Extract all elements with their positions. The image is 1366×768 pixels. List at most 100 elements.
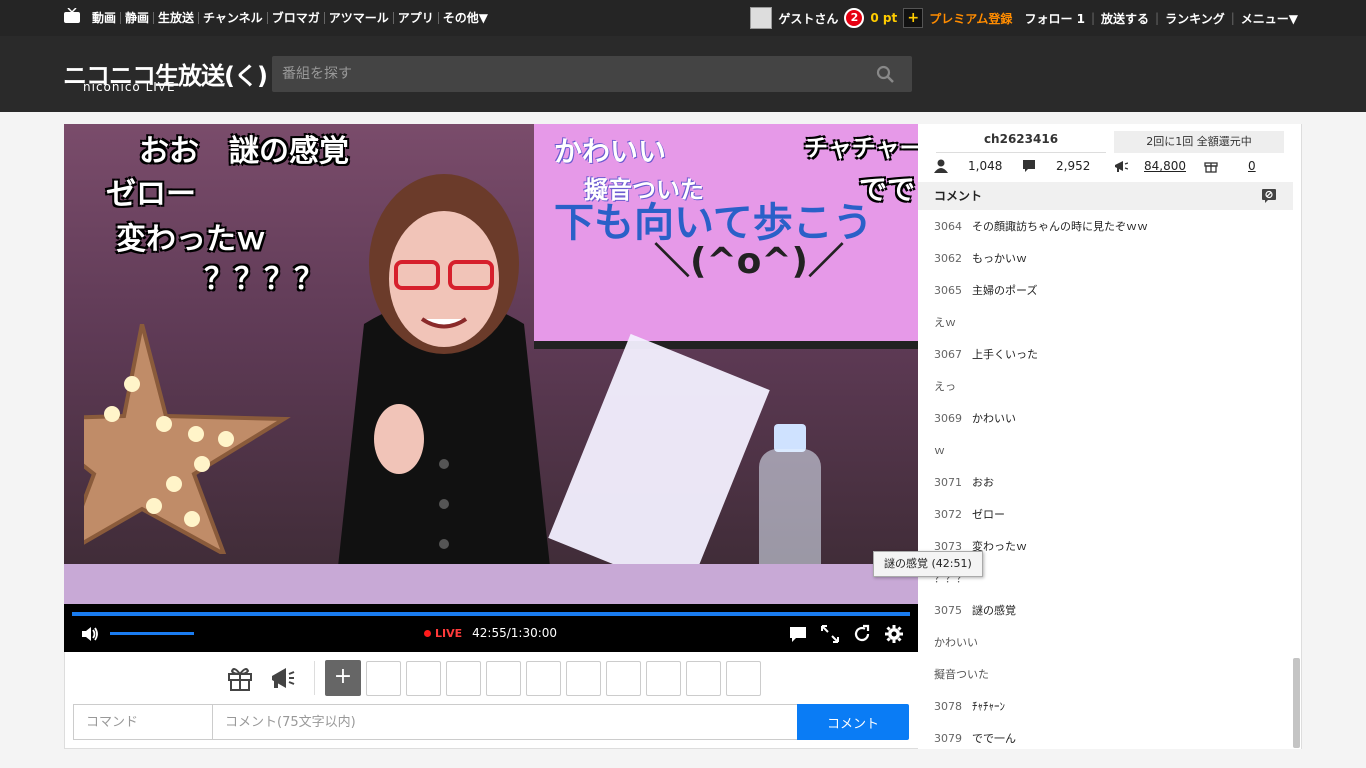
overlay-comment: ゼロー (106, 177, 196, 212)
nav-video-link[interactable]: 動画 (88, 12, 122, 24)
comment-row[interactable]: 3065 主婦のポーズ (918, 274, 1293, 306)
viewer-count: 1,048 (968, 159, 1003, 173)
video-player[interactable]: おお 謎の感覚 ゼロー 変わったｗ ？？？？ かわいい 擬音ついた チャチャーン… (64, 124, 918, 604)
ad-points-link[interactable]: 84,800 (1144, 159, 1186, 173)
comment-toggle-icon[interactable] (788, 624, 808, 644)
overlay-comment: おお 謎の感覚 (139, 134, 349, 169)
add-item-button[interactable]: + (325, 660, 361, 696)
comment-list-header: コメント (918, 182, 1293, 210)
comment-heading: コメント (934, 189, 983, 203)
comment-row[interactable]: 3067 上手くいった (918, 338, 1293, 370)
broadcast-link[interactable]: 放送する (1101, 10, 1149, 27)
comment-input[interactable] (213, 705, 797, 739)
comment-row[interactable]: 3072 ゼロー (918, 498, 1293, 530)
divider: | (1230, 11, 1235, 25)
comment-text: 上手くいった (972, 348, 1038, 361)
comment-number: 3069 (934, 411, 962, 425)
comment-number: 3071 (934, 475, 962, 489)
command-input[interactable] (74, 705, 212, 739)
channel-id[interactable]: ch2623416 (936, 132, 1106, 153)
gear-icon[interactable] (884, 624, 904, 644)
ranking-link[interactable]: ランキング (1165, 10, 1225, 27)
premium-register-link[interactable]: プレミアム登録 (929, 10, 1012, 27)
volume-slider[interactable] (110, 632, 194, 635)
points-label[interactable]: 0 pt (870, 11, 897, 25)
comment-off-icon[interactable] (1261, 188, 1277, 204)
gift-stat: 0 (1204, 159, 1256, 173)
comment-text: えっ (934, 380, 956, 393)
nav-blomaga-link[interactable]: ブロマガ (268, 12, 325, 24)
comment-row[interactable]: 擬音ついた (918, 658, 1293, 690)
comment-row[interactable]: 3062 もっかいｗ (918, 242, 1293, 274)
item-slot[interactable] (646, 660, 681, 696)
item-slot[interactable] (686, 660, 721, 696)
nav-live-link[interactable]: 生放送 (154, 12, 200, 24)
ad-megaphone-icon (1115, 161, 1128, 172)
nav-atsumaru-link[interactable]: アツマール (325, 12, 394, 24)
search-icon[interactable] (876, 65, 894, 83)
overlay-comment: ？？？？ (204, 262, 324, 297)
comment-number: 3072 (934, 507, 962, 521)
gift-icon[interactable] (226, 664, 254, 692)
comment-row[interactable]: えｗ (918, 306, 1293, 338)
comment-text: えｗ (934, 316, 956, 329)
overlay-comment: かわいい (554, 135, 667, 168)
follow-link[interactable]: フォロー 1 (1024, 10, 1085, 27)
comment-text: ﾁｬﾁｬｰﾝ (972, 700, 1005, 713)
nav-more-menu[interactable]: その他▼ (439, 12, 492, 24)
add-points-button[interactable]: + (903, 8, 924, 28)
comment-row[interactable]: かわいい (918, 626, 1293, 658)
nav-seiga-link[interactable]: 静画 (121, 12, 155, 24)
item-slot[interactable] (606, 660, 641, 696)
comment-row[interactable]: 3079 でで一ん (918, 722, 1293, 749)
nav-channel-link[interactable]: チャンネル (199, 12, 268, 24)
streamer-figure (334, 174, 554, 604)
search-input[interactable] (272, 56, 852, 92)
item-bar: + (226, 660, 761, 696)
program-search (272, 56, 912, 92)
seek-bar[interactable] (72, 612, 910, 616)
user-name[interactable]: ゲストさん (778, 10, 838, 27)
comment-row[interactable]: ｗ (918, 434, 1293, 466)
avatar[interactable] (750, 7, 773, 29)
comment-text: でで一ん (972, 732, 1016, 745)
item-slot[interactable] (486, 660, 521, 696)
comment-scrollbar[interactable] (1293, 658, 1300, 748)
comment-text: ｗ (934, 444, 945, 457)
item-slot[interactable] (366, 660, 401, 696)
bottle-cap (774, 424, 806, 452)
table (64, 564, 918, 604)
viewer-stat: 1,048 (934, 159, 1002, 173)
comment-text: 謎の感覚 (972, 604, 1016, 617)
comment-row[interactable]: 3064 その顔諏訪ちゃんの時に見たぞｗｗ (918, 210, 1293, 242)
volume-icon[interactable] (80, 624, 100, 644)
reload-icon[interactable] (852, 624, 872, 644)
player-controls: LIVE 42:55/1:30:00 (64, 604, 918, 652)
site-logo-sub: niconico LIVE (83, 80, 176, 94)
item-slot[interactable] (566, 660, 601, 696)
comment-row[interactable]: 3071 おお (918, 466, 1293, 498)
nav-app-link[interactable]: アプリ (394, 12, 439, 24)
comment-number: 3062 (934, 251, 962, 265)
main-menu[interactable]: メニュー▼ (1241, 10, 1298, 27)
comment-row[interactable]: 3069 かわいい (918, 402, 1293, 434)
comment-number: 3065 (934, 283, 962, 297)
comment-row[interactable]: 3075 謎の感覚 (918, 594, 1293, 626)
gift-icon (1204, 162, 1218, 173)
item-slot[interactable] (406, 660, 441, 696)
comment-text: おお (972, 476, 994, 489)
ad-megaphone-icon[interactable] (268, 664, 296, 692)
gift-count-link[interactable]: 0 (1248, 159, 1256, 173)
comment-submit-button[interactable]: コメント (797, 704, 909, 740)
comment-row[interactable]: 3078 ﾁｬﾁｬｰﾝ (918, 690, 1293, 722)
overlay-comment: 変わったｗ (116, 222, 266, 257)
item-slot[interactable] (446, 660, 481, 696)
item-slot[interactable] (526, 660, 561, 696)
comment-row[interactable]: えっ (918, 370, 1293, 402)
comment-stat: 2,952 (1022, 159, 1090, 173)
item-slot[interactable] (726, 660, 761, 696)
tv-icon[interactable] (63, 8, 81, 24)
comment-list[interactable]: 3064 その顔諏訪ちゃんの時に見たぞｗｗ 3062 もっかいｗ 3065 主婦のポーズえ… (918, 210, 1293, 749)
fullscreen-icon[interactable] (820, 624, 840, 644)
notification-badge[interactable]: 2 (844, 8, 865, 28)
